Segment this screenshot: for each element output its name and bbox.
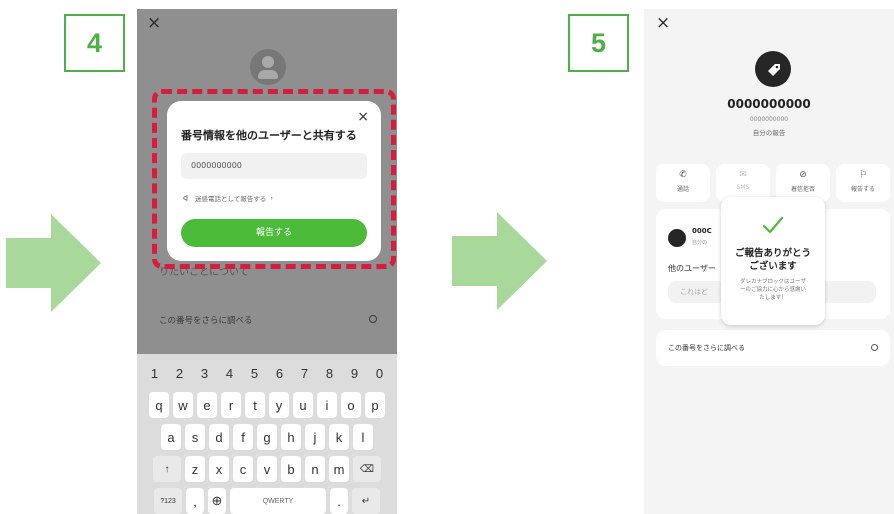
key-e[interactable]: e [197, 392, 217, 418]
space-key[interactable]: QWERTY [230, 488, 326, 514]
phone-screen-report-dialog: × りたいことについて この番号をさらに調べる × 番号情報を他のユーザーと共有… [137, 9, 397, 514]
card-text: 他のユーザー [668, 264, 716, 273]
mode-key[interactable]: ?123 [154, 488, 182, 514]
thanks-body: ダレカナブロックはユーザ ーのご協力に心から感謝い たします！ [739, 279, 806, 301]
block-icon: ⊘ [799, 170, 807, 180]
close-icon[interactable]: × [147, 13, 161, 33]
mail-icon: ✉ [739, 170, 747, 180]
globe-icon[interactable]: ⊕ [208, 488, 226, 514]
search-icon [369, 315, 377, 323]
key-h[interactable]: h [281, 424, 301, 450]
key-t[interactable]: t [245, 392, 265, 418]
key-x[interactable]: x [209, 456, 229, 482]
key-4[interactable]: 4 [219, 360, 240, 386]
key-q[interactable]: q [149, 392, 169, 418]
key-w[interactable]: w [173, 392, 193, 418]
search-icon [871, 344, 878, 351]
key-r[interactable]: r [221, 392, 241, 418]
key-6[interactable]: 6 [269, 360, 290, 386]
avatar [250, 49, 286, 85]
card-sub: 自分の [692, 240, 708, 246]
key-k[interactable]: k [329, 424, 349, 450]
right-arrow-icon [452, 212, 547, 310]
block-label: 着信拒否 [790, 186, 815, 193]
tag-avatar-icon [668, 229, 686, 247]
backspace-key[interactable]: ⌫ [353, 456, 381, 482]
sms-label: SMS [736, 184, 750, 191]
phone-number-sub: 0000000000 [749, 116, 789, 123]
check-icon [762, 216, 784, 234]
call-label: 通話 [676, 186, 689, 193]
key-n[interactable]: n [305, 456, 325, 482]
search-more-link[interactable]: この番号をさらに調べる [159, 314, 379, 326]
key-u[interactable]: u [293, 392, 313, 418]
key-g[interactable]: g [257, 424, 277, 450]
key-m[interactable]: m [329, 456, 349, 482]
my-report-label: 自分の報告 [752, 129, 786, 137]
search-more-row[interactable]: この番号をさらに調べる [656, 330, 890, 366]
key-c[interactable]: c [233, 456, 253, 482]
key-2[interactable]: 2 [169, 360, 190, 386]
key-a[interactable]: a [161, 424, 181, 450]
key-o[interactable]: o [341, 392, 361, 418]
key-z[interactable]: z [185, 456, 205, 482]
key-l[interactable]: l [353, 424, 373, 450]
card-title: 000C [692, 227, 712, 235]
key-7[interactable]: 7 [294, 360, 315, 386]
comma-key[interactable]: , [186, 488, 204, 514]
report-label: 報告する [850, 186, 875, 193]
key-b[interactable]: b [281, 456, 301, 482]
key-1[interactable]: 1 [144, 360, 165, 386]
close-icon[interactable]: × [656, 13, 670, 33]
phone-icon: ✆ [679, 170, 687, 180]
enter-key[interactable]: ↵ [352, 488, 380, 514]
key-3[interactable]: 3 [194, 360, 215, 386]
key-j[interactable]: j [305, 424, 325, 450]
search-more-label: この番号をさらに調べる [668, 344, 745, 352]
key-f[interactable]: f [233, 424, 253, 450]
key-5[interactable]: 5 [244, 360, 265, 386]
key-8[interactable]: 8 [319, 360, 340, 386]
thanks-title: ご報告ありがとう ございます [734, 248, 811, 272]
key-y[interactable]: y [269, 392, 289, 418]
phone-screen-thanks: × 0000000000 0000000000 自分の報告 ✆ 通話 ✉ SMS… [644, 9, 894, 514]
key-s[interactable]: s [185, 424, 205, 450]
highlight-frame [152, 89, 396, 269]
tag-avatar-icon [755, 51, 791, 87]
key-d[interactable]: d [209, 424, 229, 450]
thanks-popup: ご報告ありがとう ございます ダレカナブロックはユーザ ーのご協力に心から感謝い… [721, 197, 825, 325]
key-i[interactable]: i [317, 392, 337, 418]
step-4-label: 4 [64, 14, 125, 72]
phone-number-title: 0000000000 [727, 97, 811, 111]
right-arrow-icon [6, 214, 101, 312]
shift-key[interactable]: ↑ [153, 456, 181, 482]
megaphone-icon: ⚐ [858, 170, 868, 180]
period-key[interactable]: . [330, 488, 348, 514]
key-v[interactable]: v [257, 456, 277, 482]
key-9[interactable]: 9 [344, 360, 365, 386]
step-5-label: 5 [568, 14, 629, 72]
call-button[interactable]: ✆ 通話 [656, 164, 710, 202]
keyboard: 1 2 3 4 5 6 7 8 9 0 q w e r t y u i o p … [137, 354, 397, 514]
key-p[interactable]: p [365, 392, 385, 418]
report-button[interactable]: ⚐ 報告する [836, 164, 890, 202]
key-0[interactable]: 0 [369, 360, 390, 386]
